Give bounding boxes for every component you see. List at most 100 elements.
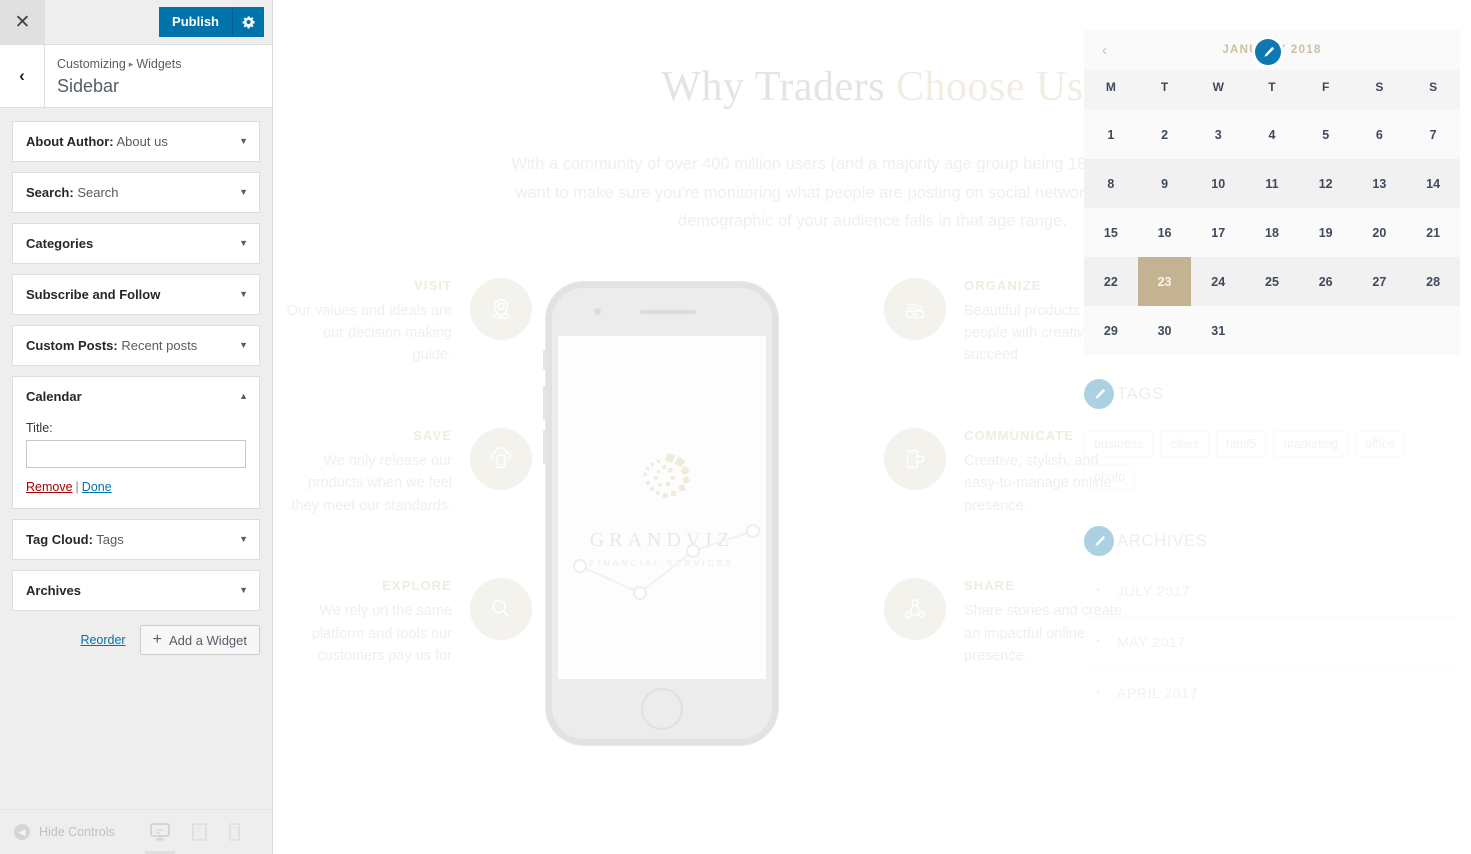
chevron-down-icon[interactable]: ▼ bbox=[239, 535, 248, 544]
breadcrumb-separator-icon: ▸ bbox=[128, 58, 134, 69]
calendar-day[interactable]: 1 bbox=[1084, 110, 1138, 159]
widget-type-name: Tag Cloud: bbox=[26, 532, 93, 548]
plus-icon: + bbox=[152, 631, 162, 649]
mobile-icon bbox=[228, 823, 240, 841]
remove-widget-link[interactable]: Remove bbox=[26, 480, 73, 494]
calendar-day[interactable]: 11 bbox=[1245, 159, 1299, 208]
widget-header[interactable]: Categories ▼ bbox=[13, 224, 259, 263]
tag-link[interactable]: marketing bbox=[1273, 431, 1349, 457]
calendar-day[interactable]: 7 bbox=[1406, 110, 1460, 159]
calendar-day[interactable]: 26 bbox=[1298, 257, 1353, 306]
calendar-title-input[interactable] bbox=[26, 440, 246, 469]
widget-about-author[interactable]: About Author: About us ▼ bbox=[12, 121, 260, 163]
edit-archives-widget-button[interactable] bbox=[1084, 526, 1114, 556]
preview-tablet-button[interactable] bbox=[191, 823, 207, 841]
widget-list: About Author: About us ▼ Search: Search … bbox=[0, 108, 272, 809]
chevron-down-icon[interactable]: ▼ bbox=[239, 290, 248, 299]
calendar-day[interactable]: 25 bbox=[1245, 257, 1299, 306]
archive-item[interactable]: MAY 2017 bbox=[1084, 617, 1460, 668]
calendar-day[interactable]: 29 bbox=[1084, 306, 1138, 355]
tag-link[interactable]: cities bbox=[1160, 431, 1209, 457]
calendar-day[interactable]: 9 bbox=[1137, 159, 1192, 208]
widget-instance-name: Search bbox=[73, 185, 119, 201]
calendar-day[interactable]: 18 bbox=[1245, 208, 1299, 257]
widget-header[interactable]: Subscribe and Follow ▼ bbox=[13, 275, 259, 314]
calendar-day[interactable]: 16 bbox=[1137, 208, 1192, 257]
calendar-day[interactable]: 27 bbox=[1352, 257, 1407, 306]
widget-header[interactable]: Tag Cloud: Tags ▼ bbox=[13, 520, 259, 559]
widget-tag-cloud[interactable]: Tag Cloud: Tags ▼ bbox=[12, 519, 260, 561]
publish-settings-button[interactable] bbox=[233, 7, 264, 37]
calendar-day[interactable]: 8 bbox=[1084, 159, 1138, 208]
chevron-down-icon[interactable]: ▼ bbox=[239, 586, 248, 595]
chevron-down-icon[interactable]: ▼ bbox=[239, 137, 248, 146]
tag-link[interactable]: html5 bbox=[1215, 431, 1267, 457]
calendar-day[interactable]: 14 bbox=[1406, 159, 1460, 208]
widget-header[interactable]: Custom Posts: Recent posts ▼ bbox=[13, 326, 259, 365]
calendar-day[interactable]: 4 bbox=[1245, 110, 1299, 159]
publish-button[interactable]: Publish bbox=[159, 7, 233, 37]
chevron-down-icon[interactable]: ▼ bbox=[239, 239, 248, 248]
done-link[interactable]: Done bbox=[82, 480, 112, 494]
calendar-day[interactable]: 17 bbox=[1191, 208, 1246, 257]
gear-icon bbox=[242, 16, 255, 29]
widget-header[interactable]: Search: Search ▼ bbox=[13, 173, 259, 212]
back-button[interactable]: ‹ bbox=[0, 45, 45, 108]
widget-custom-posts[interactable]: Custom Posts: Recent posts ▼ bbox=[12, 325, 260, 367]
chevron-up-icon[interactable]: ▲ bbox=[239, 392, 248, 401]
archive-item[interactable]: APRIL 2017 bbox=[1084, 668, 1460, 718]
tag-link[interactable]: office bbox=[1355, 431, 1405, 457]
calendar-day[interactable]: 3 bbox=[1191, 110, 1246, 159]
chevron-down-icon[interactable]: ▼ bbox=[239, 188, 248, 197]
add-widget-button[interactable]: + Add a Widget bbox=[139, 625, 260, 656]
calendar-day[interactable]: 20 bbox=[1352, 208, 1407, 257]
reorder-link[interactable]: Reorder bbox=[80, 633, 125, 647]
calendar-day[interactable]: 13 bbox=[1352, 159, 1407, 208]
chevron-down-icon[interactable]: ▼ bbox=[239, 341, 248, 350]
edit-tags-widget-button[interactable] bbox=[1084, 379, 1114, 409]
calendar-weekday: T bbox=[1137, 70, 1192, 110]
calendar-day[interactable]: 22 bbox=[1084, 257, 1138, 306]
calendar-day[interactable]: 6 bbox=[1352, 110, 1407, 159]
widget-subscribe-and-follow[interactable]: Subscribe and Follow ▼ bbox=[12, 274, 260, 316]
calendar-day-today[interactable]: 23 bbox=[1137, 257, 1192, 306]
edit-calendar-widget-button[interactable] bbox=[1255, 39, 1281, 65]
widget-archives[interactable]: Archives ▼ bbox=[12, 570, 260, 612]
breadcrumb: Customizing ▸ Widgets bbox=[57, 55, 181, 74]
widget-header[interactable]: About Author: About us ▼ bbox=[13, 122, 259, 161]
location-pin-icon bbox=[470, 277, 532, 340]
calendar-week-row: 22 23 24 25 26 27 28 bbox=[1084, 257, 1460, 306]
tags-widget-title: TAGS bbox=[1117, 385, 1164, 403]
widget-search[interactable]: Search: Search ▼ bbox=[12, 172, 260, 214]
features-left-column: VISIT Our values and ideals are our deci… bbox=[282, 277, 532, 729]
calendar-day[interactable]: 5 bbox=[1298, 110, 1353, 159]
tablet-icon bbox=[191, 823, 207, 841]
tag-link[interactable]: business bbox=[1084, 431, 1154, 457]
widget-header[interactable]: Archives ▼ bbox=[13, 571, 259, 610]
widget-categories[interactable]: Categories ▼ bbox=[12, 223, 260, 265]
calendar-day[interactable]: 15 bbox=[1084, 208, 1138, 257]
widget-type-name: Search: bbox=[26, 185, 74, 201]
close-icon: ✕ bbox=[14, 11, 31, 33]
widget-header[interactable]: Calendar ▲ bbox=[13, 377, 259, 416]
line-chart-icon bbox=[573, 523, 760, 600]
close-customizer-button[interactable]: ✕ bbox=[0, 0, 45, 44]
calendar-day[interactable]: 31 bbox=[1191, 306, 1246, 355]
calendar-day[interactable]: 10 bbox=[1191, 159, 1246, 208]
preview-mobile-button[interactable] bbox=[228, 823, 240, 841]
calendar-day[interactable]: 19 bbox=[1298, 208, 1353, 257]
calendar-day[interactable]: 30 bbox=[1137, 306, 1192, 355]
widget-calendar[interactable]: Calendar ▲ Title: Remove | Done bbox=[12, 376, 260, 510]
pencil-icon bbox=[1095, 388, 1105, 399]
tag-link[interactable]: photo bbox=[1084, 464, 1136, 490]
calendar-day[interactable]: 21 bbox=[1406, 208, 1460, 257]
calendar-day[interactable]: 28 bbox=[1406, 257, 1460, 306]
preview-desktop-button[interactable] bbox=[149, 823, 170, 841]
archive-item[interactable]: JULY 2017 bbox=[1084, 566, 1460, 617]
calendar-day[interactable]: 2 bbox=[1137, 110, 1192, 159]
widget-label: Custom Posts: Recent posts bbox=[26, 338, 197, 353]
hide-controls-button[interactable]: ◀ Hide Controls bbox=[0, 824, 115, 840]
calendar-day[interactable]: 12 bbox=[1298, 159, 1353, 208]
calendar-day[interactable]: 24 bbox=[1191, 257, 1246, 306]
hide-controls-label: Hide Controls bbox=[39, 825, 115, 839]
